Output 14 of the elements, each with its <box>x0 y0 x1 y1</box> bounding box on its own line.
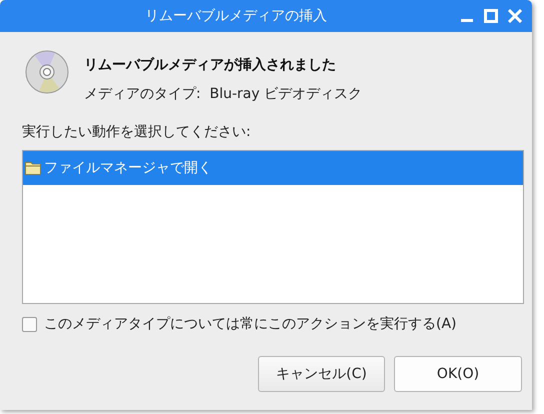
checkbox[interactable] <box>22 316 37 332</box>
prompt-text: 実行したい動作を選択してください: <box>22 123 251 141</box>
close-icon[interactable] <box>508 9 522 23</box>
disc-icon <box>25 50 69 94</box>
action-label: ファイルマネージャで開く <box>44 159 212 177</box>
ok-button[interactable]: OK(O) <box>394 356 522 392</box>
cancel-button[interactable]: キャンセル(C) <box>258 356 385 392</box>
checkbox-label[interactable]: このメディアタイプについては常にこのアクションを実行する(A) <box>44 315 457 333</box>
media-type-text: メディアのタイプ: Blu-ray ビデオディスク <box>84 85 362 103</box>
window-title: リムーバブルメディアの挿入 <box>144 7 328 25</box>
action-item[interactable]: ファイルマネージャで開く <box>23 151 523 185</box>
maximize-icon[interactable] <box>484 9 498 23</box>
dialog-heading: リムーバブルメディアが挿入されました <box>84 56 337 74</box>
folder-icon <box>25 161 41 175</box>
